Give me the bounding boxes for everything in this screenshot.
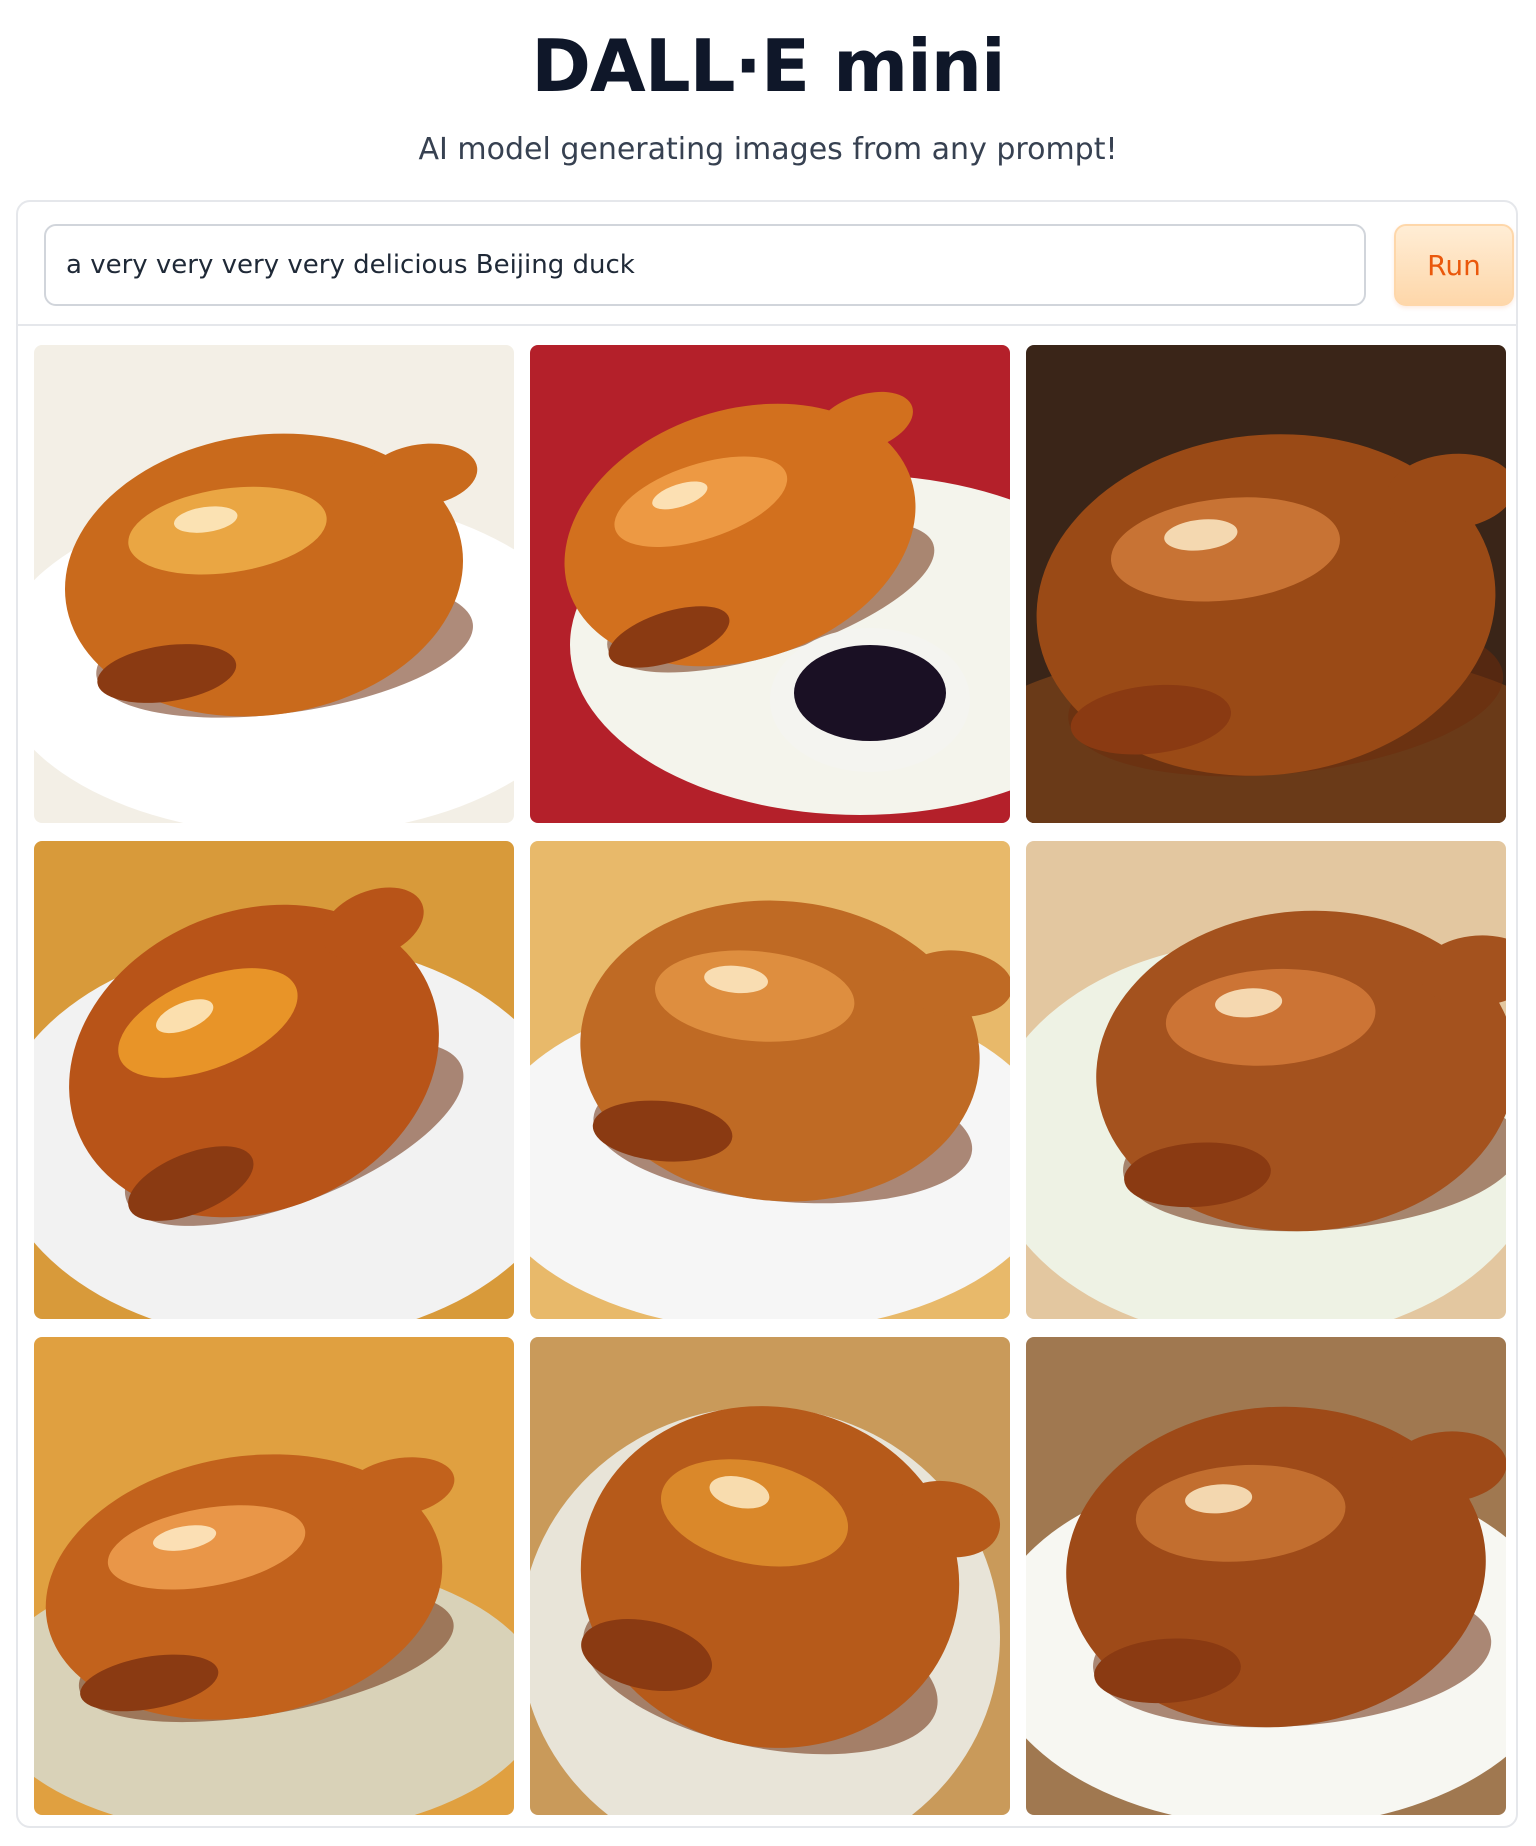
duck-illustration: [530, 841, 1010, 1319]
duck-illustration: [34, 345, 514, 823]
duck-illustration: [530, 345, 1010, 823]
prompt-row: Run: [18, 202, 1516, 326]
duck-illustration: [34, 1337, 514, 1815]
roast-duck-image-7[interactable]: [34, 1337, 514, 1815]
roast-duck-image-3[interactable]: [1026, 345, 1506, 823]
duck-illustration: [530, 1337, 1010, 1815]
prompt-input[interactable]: [44, 224, 1366, 306]
duck-illustration: [34, 841, 514, 1319]
run-button[interactable]: Run: [1394, 224, 1514, 306]
duck-illustration: [1026, 841, 1506, 1319]
generator-panel: Run: [16, 200, 1518, 1828]
roast-duck-image-2[interactable]: [530, 345, 1010, 823]
duck-illustration: [1026, 345, 1506, 823]
page-title: DALL·E mini: [531, 24, 1006, 108]
roast-duck-image-9[interactable]: [1026, 1337, 1506, 1815]
duck-illustration: [1026, 1337, 1506, 1815]
roast-duck-image-5[interactable]: [530, 841, 1010, 1319]
hoisin-sauce: [794, 645, 946, 741]
roast-duck-image-8[interactable]: [530, 1337, 1010, 1815]
image-gallery: [34, 345, 1506, 1815]
page-subtitle: AI model generating images from any prom…: [418, 132, 1118, 167]
roast-duck-image-6[interactable]: [1026, 841, 1506, 1319]
roast-duck-image-1[interactable]: [34, 345, 514, 823]
roast-duck-image-4[interactable]: [34, 841, 514, 1319]
